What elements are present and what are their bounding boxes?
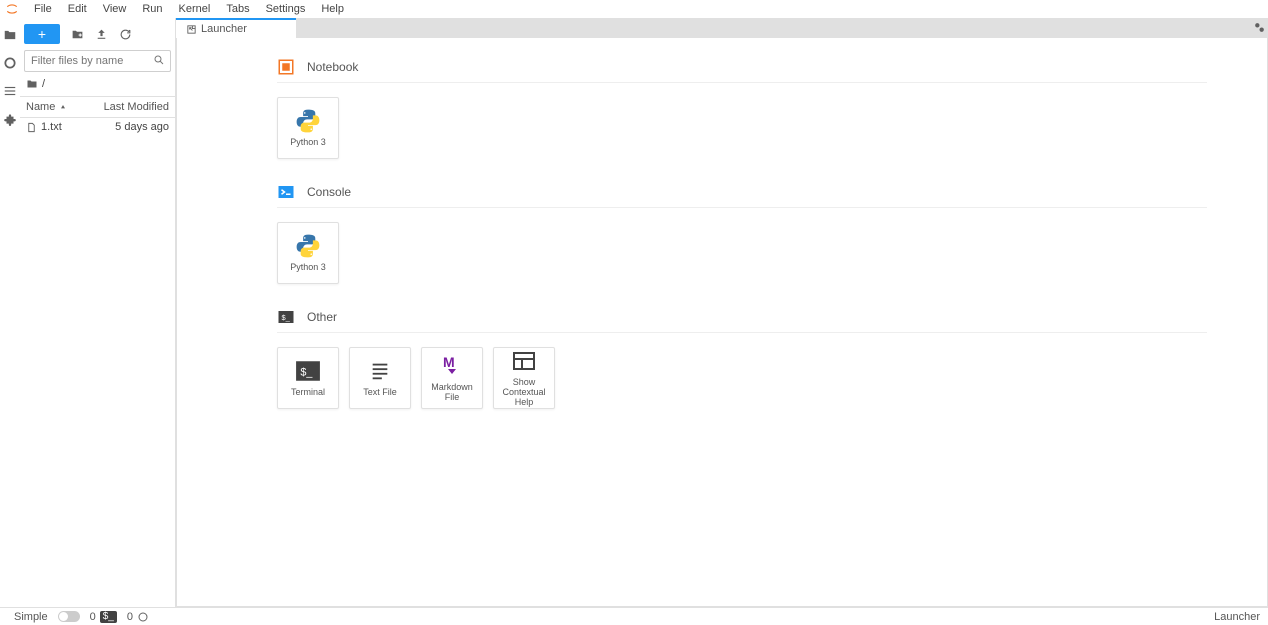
column-name-label: Name	[26, 101, 55, 113]
file-toolbar: +	[24, 22, 171, 46]
new-folder-icon[interactable]	[70, 27, 84, 41]
menu-edit[interactable]: Edit	[60, 1, 95, 17]
tab-bar: Launcher	[176, 18, 1250, 38]
menu-kernel[interactable]: Kernel	[171, 1, 219, 17]
launcher-card-notebook-python3[interactable]: Python 3	[277, 97, 339, 159]
file-filter-input[interactable]	[24, 50, 171, 72]
contextual-help-icon	[511, 348, 537, 374]
activity-bar	[0, 18, 20, 607]
svg-text:$_: $_	[300, 366, 313, 378]
launcher-section-notebook: Notebook Python 3	[277, 58, 1267, 159]
gears-icon	[1253, 21, 1266, 34]
python-icon	[295, 108, 321, 134]
notebook-section-icon	[277, 58, 295, 76]
file-icon	[26, 122, 37, 133]
property-inspector-toggle[interactable]	[1250, 18, 1268, 38]
menu-run[interactable]: Run	[134, 1, 170, 17]
jupyter-logo-icon	[4, 1, 20, 17]
card-label: Show Contextual Help	[494, 378, 554, 408]
running-icon[interactable]	[3, 56, 17, 70]
file-filter	[24, 50, 171, 72]
kernels-status[interactable]: 0	[127, 611, 149, 623]
main-area: Launcher Notebook Python 3	[176, 18, 1268, 607]
kernel-status-icon	[137, 611, 149, 623]
simple-mode-label: Simple	[14, 611, 48, 623]
terminals-status[interactable]: 0 $_	[90, 611, 117, 623]
menu-tabs[interactable]: Tabs	[218, 1, 257, 17]
breadcrumb[interactable]: /	[26, 78, 169, 90]
card-label: Markdown File	[422, 383, 482, 403]
card-label: Text File	[361, 388, 399, 398]
column-modified[interactable]: Last Modified	[104, 101, 169, 113]
markdown-icon: M	[439, 353, 465, 379]
refresh-icon[interactable]	[118, 27, 132, 41]
folder-icon	[26, 78, 38, 90]
menu-help[interactable]: Help	[313, 1, 352, 17]
card-label: Terminal	[289, 388, 327, 398]
launcher-card-terminal[interactable]: $_ Terminal	[277, 347, 339, 409]
python-icon	[295, 233, 321, 259]
file-modified: 5 days ago	[115, 121, 169, 133]
file-browser-panel: + / Name Last Modified 1.txt	[20, 18, 176, 607]
folder-icon[interactable]	[3, 28, 17, 42]
menu-file[interactable]: File	[26, 1, 60, 17]
breadcrumb-root: /	[42, 78, 45, 90]
launcher-card-contextual-help[interactable]: Show Contextual Help	[493, 347, 555, 409]
column-name[interactable]: Name	[26, 101, 67, 113]
new-launcher-button[interactable]: +	[24, 24, 60, 44]
launcher-card-console-python3[interactable]: Python 3	[277, 222, 339, 284]
card-label: Python 3	[288, 263, 328, 273]
search-icon	[153, 54, 165, 66]
file-row[interactable]: 1.txt 5 days ago	[20, 118, 175, 136]
launcher-section-console: Console Python 3	[277, 183, 1267, 284]
terminal-badge-icon: $_	[100, 611, 117, 623]
sort-asc-icon	[59, 103, 67, 111]
console-section-icon	[277, 183, 295, 201]
kernels-count: 0	[127, 611, 133, 623]
status-bar: Simple 0 $_ 0 Launcher	[0, 607, 1268, 625]
terminal-section-icon: $_	[277, 308, 295, 326]
launcher-card-textfile[interactable]: Text File	[349, 347, 411, 409]
card-label: Python 3	[288, 138, 328, 148]
tab-launcher[interactable]: Launcher	[176, 18, 296, 38]
simple-mode-toggle[interactable]	[58, 611, 80, 622]
file-list: 1.txt 5 days ago	[20, 118, 175, 607]
status-right-label: Launcher	[1214, 611, 1260, 623]
section-title: Console	[307, 185, 351, 199]
file-list-header: Name Last Modified	[20, 96, 175, 118]
section-title: Notebook	[307, 60, 358, 74]
menu-settings[interactable]: Settings	[258, 1, 314, 17]
svg-text:$_: $_	[282, 313, 291, 322]
launcher-section-other: $_ Other $_ Terminal Text File M Markdow…	[277, 308, 1267, 409]
file-name: 1.txt	[41, 121, 62, 133]
terminal-icon: $_	[295, 358, 321, 384]
terminals-count: 0	[90, 611, 96, 623]
section-title: Other	[307, 310, 337, 324]
tab-label: Launcher	[201, 23, 247, 35]
menu-view[interactable]: View	[95, 1, 135, 17]
extension-icon[interactable]	[3, 112, 17, 126]
launcher-card-markdown[interactable]: M Markdown File	[421, 347, 483, 409]
text-file-icon	[367, 358, 393, 384]
upload-icon[interactable]	[94, 27, 108, 41]
launcher-tab-icon	[186, 24, 197, 35]
toc-icon[interactable]	[3, 84, 17, 98]
menu-bar: File Edit View Run Kernel Tabs Settings …	[0, 0, 1268, 18]
app-shell: + / Name Last Modified 1.txt	[0, 18, 1268, 607]
svg-text:M: M	[443, 355, 455, 370]
launcher-panel: Notebook Python 3 Console	[176, 38, 1268, 607]
